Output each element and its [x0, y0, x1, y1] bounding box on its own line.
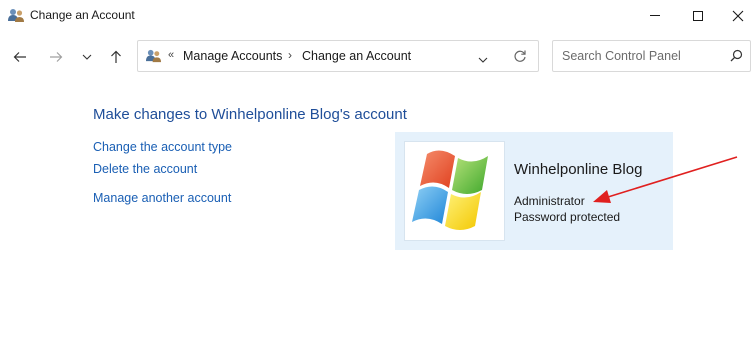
search-placeholder: Search Control Panel: [562, 49, 681, 63]
account-name: Winhelponline Blog: [514, 161, 643, 178]
manage-another-account-link[interactable]: Manage another account: [93, 191, 231, 205]
close-icon: [732, 10, 744, 21]
maximize-icon: [693, 10, 703, 21]
breadcrumb-overflow[interactable]: «: [168, 49, 174, 61]
account-picture: [405, 142, 504, 240]
window-title: Change an Account: [30, 8, 135, 22]
minimize-button[interactable]: [632, 0, 678, 31]
forward-arrow-icon: [50, 52, 63, 62]
refresh-button[interactable]: [513, 49, 527, 68]
address-bar[interactable]: « Manage Accounts › Change an Account: [137, 40, 539, 72]
password-status: Password protected: [514, 210, 621, 224]
minimize-icon: [650, 14, 660, 16]
windows-logo-icon: [412, 150, 488, 230]
recent-chevron-icon: [82, 54, 92, 60]
refresh-icon: [514, 50, 526, 62]
change-account-type-link[interactable]: Change the account type: [93, 140, 232, 154]
search-input[interactable]: Search Control Panel: [552, 40, 751, 72]
breadcrumb-separator[interactable]: ›: [288, 48, 292, 62]
address-dropdown-button[interactable]: [478, 50, 488, 68]
dropdown-chevron-icon: [478, 57, 488, 63]
back-button[interactable]: [9, 46, 31, 68]
breadcrumb-change-account[interactable]: Change an Account: [302, 49, 411, 63]
back-arrow-icon: [13, 52, 26, 62]
delete-account-link[interactable]: Delete the account: [93, 162, 197, 176]
recent-locations-button[interactable]: [76, 46, 98, 68]
breadcrumb-manage-accounts[interactable]: Manage Accounts: [183, 49, 282, 63]
title-bar: Change an Account: [0, 0, 751, 31]
forward-button[interactable]: [45, 46, 67, 68]
users-icon: [146, 48, 162, 64]
users-icon: [8, 7, 25, 24]
search-icon[interactable]: [730, 49, 743, 67]
account-card: Winhelponline Blog Administrator Passwor…: [395, 132, 673, 250]
page-heading: Make changes to Winhelponline Blog's acc…: [93, 106, 407, 123]
up-arrow-icon: [111, 50, 121, 63]
account-type: Administrator: [514, 194, 585, 208]
navigation-bar: « Manage Accounts › Change an Account Se…: [0, 40, 751, 74]
up-button[interactable]: [105, 46, 127, 68]
close-button[interactable]: [715, 0, 751, 31]
